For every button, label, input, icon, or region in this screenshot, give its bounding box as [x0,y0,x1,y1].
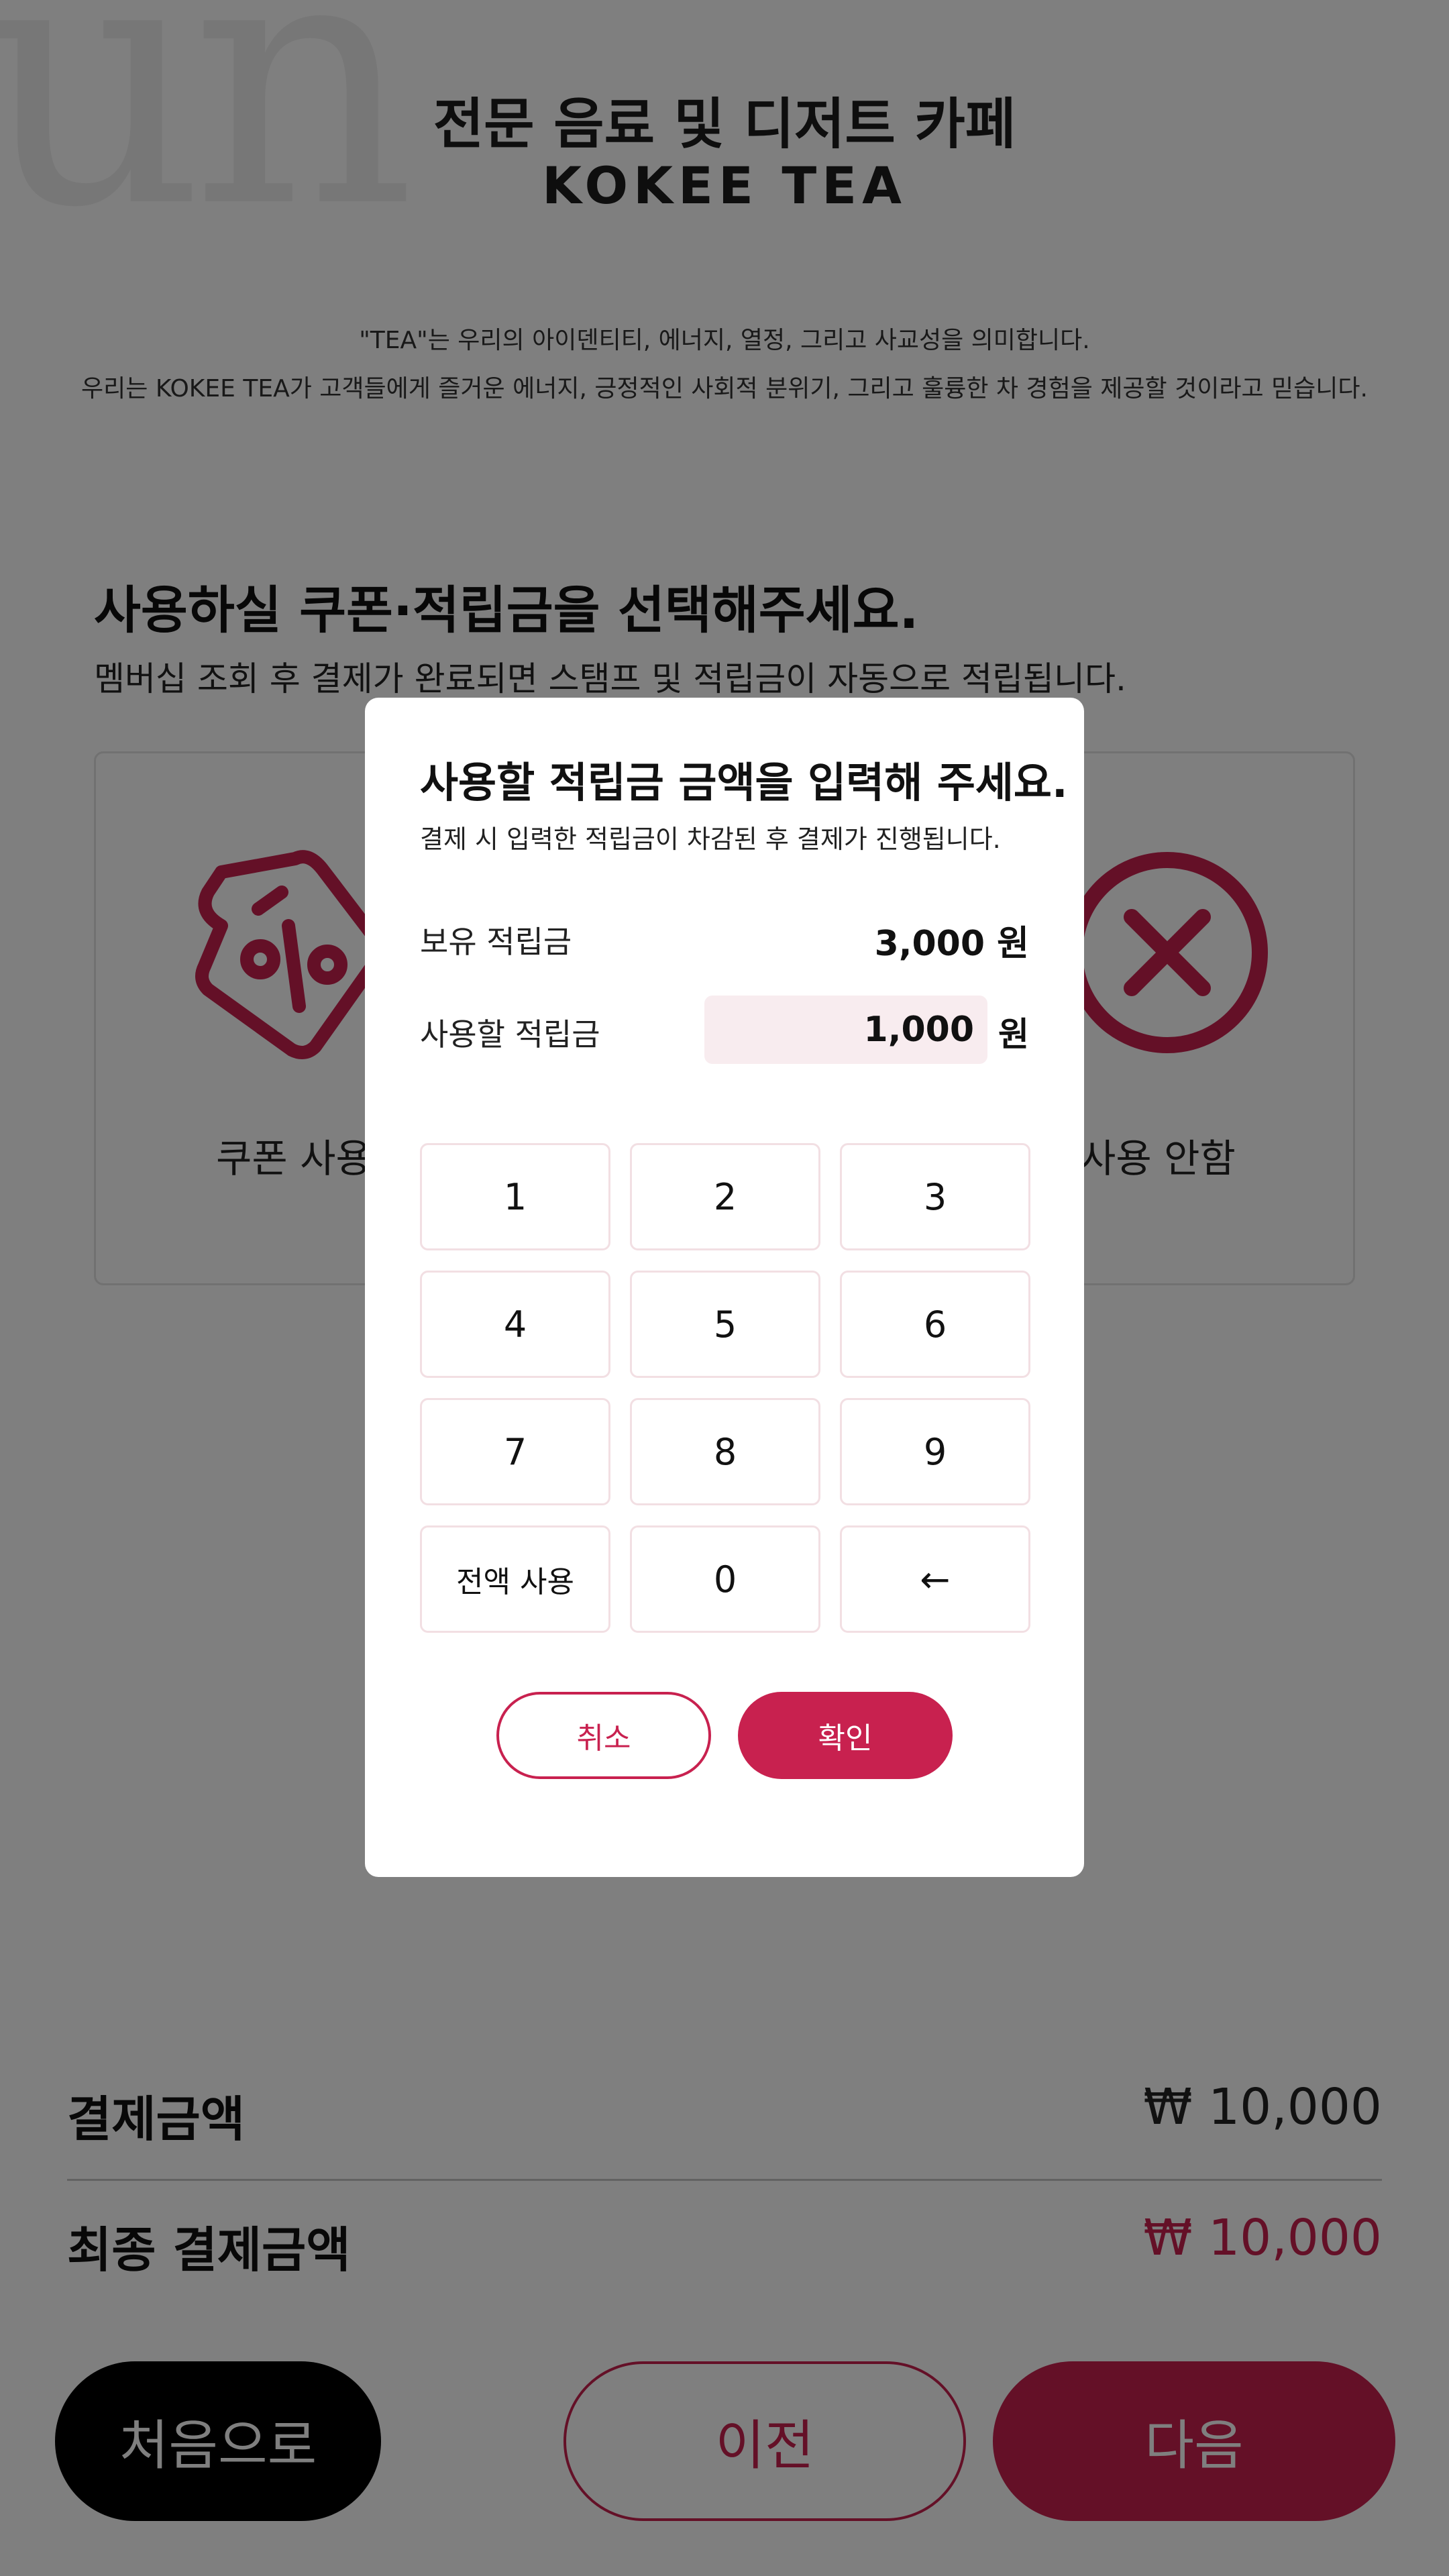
key-6[interactable]: 6 [840,1271,1030,1378]
use-all-button[interactable]: 전액 사용 [420,1525,610,1633]
key-2[interactable]: 2 [630,1143,820,1250]
use-points-input[interactable]: 1,000 [704,996,987,1064]
use-points-label: 사용할 적립금 [420,1016,600,1053]
key-5[interactable]: 5 [630,1271,820,1378]
key-0[interactable]: 0 [630,1525,820,1633]
backspace-button[interactable]: ← [840,1525,1030,1633]
use-points-unit: 원 [998,1015,1029,1054]
modal-title: 사용할 적립금 금액을 입력해 주세요. [420,758,1068,807]
key-3[interactable]: 3 [840,1143,1030,1250]
confirm-button[interactable]: 확인 [738,1692,953,1779]
key-1[interactable]: 1 [420,1143,610,1250]
key-9[interactable]: 9 [840,1398,1030,1505]
cancel-button[interactable]: 취소 [496,1692,711,1779]
key-7[interactable]: 7 [420,1398,610,1505]
key-8[interactable]: 8 [630,1398,820,1505]
held-points-label: 보유 적립금 [420,924,572,960]
points-input-modal: 사용할 적립금 금액을 입력해 주세요. 결제 시 입력한 적립금이 차감된 후… [365,698,1084,1877]
held-points-value: 3,000 원 [874,924,1029,964]
modal-description: 결제 시 입력한 적립금이 차감된 후 결제가 진행됩니다. [420,824,1001,854]
numeric-keypad: 1 2 3 4 5 6 7 8 9 전액 사용 0 ← [420,1143,1030,1633]
key-4[interactable]: 4 [420,1271,610,1378]
